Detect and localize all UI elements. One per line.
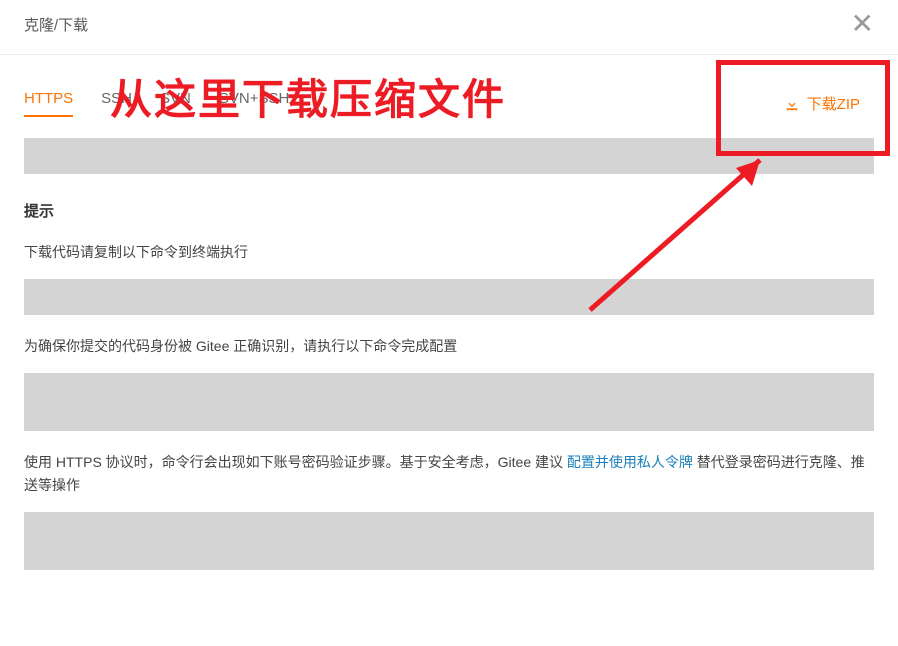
clone-url-block bbox=[24, 138, 874, 174]
identity-cmd-block bbox=[24, 373, 874, 431]
tab-ssh[interactable]: SSH bbox=[101, 90, 132, 117]
tab-https[interactable]: HTTPS bbox=[24, 90, 73, 117]
modal-title: 克隆/下载 bbox=[24, 14, 88, 35]
download-icon bbox=[785, 97, 799, 111]
protocol-tabs: HTTPS SSH SVN SVN+SSH bbox=[24, 90, 289, 117]
https-note: 使用 HTTPS 协议时，命令行会出现如下账号密码验证步骤。基于安全考虑，Git… bbox=[24, 451, 874, 499]
https-note-prefix: 使用 HTTPS 协议时，命令行会出现如下账号密码验证步骤。基于安全考虑，Git… bbox=[24, 454, 567, 470]
clone-download-modal: 克隆/下载 ✕ HTTPS SSH SVN SVN+SSH 下载ZIP 提示 下… bbox=[0, 0, 898, 646]
tab-svn[interactable]: SVN bbox=[160, 90, 191, 117]
download-zip-button[interactable]: 下载ZIP bbox=[771, 85, 874, 122]
https-credential-block bbox=[24, 512, 874, 570]
personal-token-link[interactable]: 配置并使用私人令牌 bbox=[567, 454, 693, 470]
copy-cmd-text: 下载代码请复制以下命令到终端执行 bbox=[24, 241, 874, 265]
modal-body: HTTPS SSH SVN SVN+SSH 下载ZIP 提示 下载代码请复制以下… bbox=[0, 55, 898, 570]
copy-cmd-block bbox=[24, 279, 874, 315]
tab-svn-ssh[interactable]: SVN+SSH bbox=[219, 90, 289, 117]
close-icon[interactable]: ✕ bbox=[851, 10, 874, 38]
download-zip-label: 下载ZIP bbox=[807, 93, 860, 114]
tab-row: HTTPS SSH SVN SVN+SSH 下载ZIP bbox=[24, 55, 874, 138]
modal-header: 克隆/下载 ✕ bbox=[0, 0, 898, 55]
identity-text: 为确保你提交的代码身份被 Gitee 正确识别，请执行以下命令完成配置 bbox=[24, 335, 874, 359]
hints-title: 提示 bbox=[24, 200, 874, 221]
